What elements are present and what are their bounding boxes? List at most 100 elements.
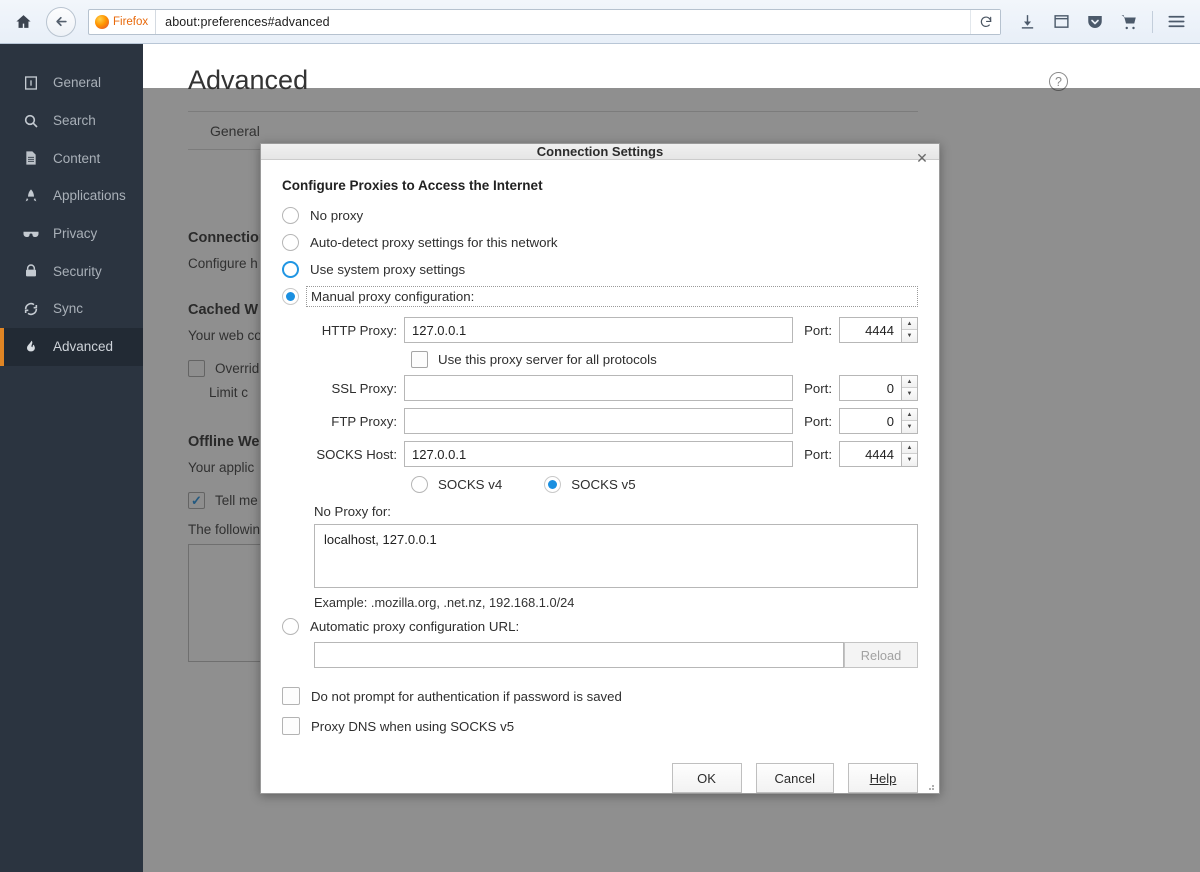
sidebar-item-search[interactable]: Search bbox=[0, 102, 143, 140]
site-identity[interactable]: Firefox bbox=[89, 10, 156, 34]
stepper-down-icon[interactable]: ▼ bbox=[902, 388, 917, 400]
resize-grip-icon[interactable] bbox=[924, 779, 936, 791]
hamburger-menu-icon[interactable] bbox=[1162, 8, 1190, 36]
sidebar-item-applications[interactable]: Applications bbox=[0, 177, 143, 215]
radio-socks-v5[interactable] bbox=[544, 476, 561, 493]
reload-icon[interactable] bbox=[970, 10, 1000, 34]
ftp-port-input[interactable]: 0 bbox=[839, 408, 901, 434]
home-icon[interactable] bbox=[10, 9, 36, 35]
identity-label: Firefox bbox=[113, 16, 148, 28]
ftp-proxy-row: FTP Proxy: Port: 0 ▲ ▼ bbox=[282, 408, 918, 434]
sidebar-item-sync[interactable]: Sync bbox=[0, 290, 143, 328]
url-text: about:preferences#advanced bbox=[156, 15, 330, 29]
address-bar[interactable]: Firefox about:preferences#advanced bbox=[88, 9, 1001, 35]
stepper-down-icon[interactable]: ▼ bbox=[902, 330, 917, 342]
socks-v5-label: SOCKS v5 bbox=[571, 477, 635, 492]
ftp-port-stepper[interactable]: 0 ▲ ▼ bbox=[839, 408, 918, 434]
checkbox-label: Do not prompt for authentication if pass… bbox=[311, 689, 622, 704]
browser-toolbar: Firefox about:preferences#advanced bbox=[0, 0, 1200, 44]
sidebar-item-content[interactable]: Content bbox=[0, 139, 143, 177]
radio-label: Use system proxy settings bbox=[310, 262, 465, 277]
ssl-proxy-row: SSL Proxy: Port: 0 ▲ ▼ bbox=[282, 375, 918, 401]
radio-auto-config-url[interactable]: Automatic proxy configuration URL: bbox=[282, 618, 918, 635]
sidebar-item-label: Content bbox=[53, 151, 100, 166]
radio-auto-detect[interactable]: Auto-detect proxy settings for this netw… bbox=[282, 229, 918, 256]
search-icon bbox=[21, 113, 41, 129]
http-port-label: Port: bbox=[793, 323, 839, 338]
socks-v4-label: SOCKS v4 bbox=[438, 477, 502, 492]
ftp-proxy-input[interactable] bbox=[404, 408, 793, 434]
checkbox-label: Use this proxy server for all protocols bbox=[438, 352, 657, 367]
back-button[interactable] bbox=[46, 7, 76, 37]
http-proxy-label: HTTP Proxy: bbox=[282, 323, 404, 338]
cancel-button[interactable]: Cancel bbox=[756, 763, 834, 793]
socks-port-label: Port: bbox=[793, 447, 839, 462]
window-icon[interactable] bbox=[1047, 8, 1075, 36]
stepper-buttons[interactable]: ▲ ▼ bbox=[901, 408, 918, 434]
dialog-body: Configure Proxies to Access the Internet… bbox=[261, 160, 939, 793]
socks-port-input[interactable]: 4444 bbox=[839, 441, 901, 467]
stepper-buttons[interactable]: ▲ ▼ bbox=[901, 441, 918, 467]
radio-no-proxy[interactable]: No proxy bbox=[282, 202, 918, 229]
sidebar-item-advanced[interactable]: Advanced bbox=[0, 328, 143, 366]
auto-config-url-input[interactable] bbox=[314, 642, 844, 668]
stepper-up-icon[interactable]: ▲ bbox=[902, 318, 917, 330]
stepper-down-icon[interactable]: ▼ bbox=[902, 421, 917, 433]
auto-config-url-row: Reload bbox=[314, 642, 918, 668]
radio-label: Auto-detect proxy settings for this netw… bbox=[310, 235, 558, 250]
radio-label: No proxy bbox=[310, 208, 363, 223]
sidebar-item-label: Search bbox=[53, 113, 96, 128]
no-proxy-example-text: Example: .mozilla.org, .net.nz, 192.168.… bbox=[314, 595, 918, 610]
socks-host-label: SOCKS Host: bbox=[282, 447, 404, 462]
sidebar-item-general[interactable]: General bbox=[0, 64, 143, 102]
sidebar-item-label: Sync bbox=[53, 301, 83, 316]
stepper-down-icon[interactable]: ▼ bbox=[902, 454, 917, 466]
advanced-icon bbox=[21, 338, 41, 355]
ssl-port-label: Port: bbox=[793, 381, 839, 396]
socks-host-input[interactable]: 127.0.0.1 bbox=[404, 441, 793, 467]
http-port-input[interactable]: 4444 bbox=[839, 317, 901, 343]
radio-label: Automatic proxy configuration URL: bbox=[310, 619, 519, 634]
ssl-port-stepper[interactable]: 0 ▲ ▼ bbox=[839, 375, 918, 401]
ssl-proxy-input[interactable] bbox=[404, 375, 793, 401]
ssl-port-input[interactable]: 0 bbox=[839, 375, 901, 401]
sidebar-item-security[interactable]: Security bbox=[0, 252, 143, 290]
stepper-up-icon[interactable]: ▲ bbox=[902, 442, 917, 454]
radio-manual-proxy[interactable]: Manual proxy configuration: bbox=[282, 283, 918, 310]
checkbox-label: Proxy DNS when using SOCKS v5 bbox=[311, 719, 514, 734]
privacy-mask-icon bbox=[21, 225, 41, 243]
http-port-stepper[interactable]: 4444 ▲ ▼ bbox=[839, 317, 918, 343]
radio-label: Manual proxy configuration: bbox=[306, 286, 918, 307]
radio-indicator bbox=[282, 261, 299, 278]
no-proxy-for-textarea[interactable]: localhost, 127.0.0.1 bbox=[314, 524, 918, 588]
checkbox-box bbox=[282, 687, 300, 705]
sync-icon bbox=[21, 301, 41, 317]
stepper-buttons[interactable]: ▲ ▼ bbox=[901, 317, 918, 343]
checkbox-all-protocols[interactable]: Use this proxy server for all protocols bbox=[411, 351, 918, 368]
reload-button[interactable]: Reload bbox=[844, 642, 918, 668]
security-lock-icon bbox=[21, 263, 41, 279]
stepper-up-icon[interactable]: ▲ bbox=[902, 409, 917, 421]
download-icon[interactable] bbox=[1013, 8, 1041, 36]
http-proxy-input[interactable]: 127.0.0.1 bbox=[404, 317, 793, 343]
configure-proxies-heading: Configure Proxies to Access the Internet bbox=[282, 178, 918, 193]
dialog-titlebar: Connection Settings ✕ bbox=[261, 144, 939, 160]
socks-host-row: SOCKS Host: 127.0.0.1 Port: 4444 ▲ ▼ bbox=[282, 441, 918, 467]
help-button[interactable]: Help bbox=[848, 763, 918, 793]
checkbox-no-auth-prompt[interactable]: Do not prompt for authentication if pass… bbox=[282, 687, 918, 705]
ssl-proxy-label: SSL Proxy: bbox=[282, 381, 404, 396]
browser-window: Firefox about:preferences#advanced bbox=[0, 0, 1200, 872]
stepper-up-icon[interactable]: ▲ bbox=[902, 376, 917, 388]
ok-button[interactable]: OK bbox=[672, 763, 742, 793]
sidebar-item-label: Security bbox=[53, 264, 102, 279]
radio-socks-v4[interactable] bbox=[411, 476, 428, 493]
sidebar-item-privacy[interactable]: Privacy bbox=[0, 215, 143, 253]
radio-use-system[interactable]: Use system proxy settings bbox=[282, 256, 918, 283]
cart-icon[interactable] bbox=[1115, 8, 1143, 36]
ftp-port-label: Port: bbox=[793, 414, 839, 429]
checkbox-proxy-dns[interactable]: Proxy DNS when using SOCKS v5 bbox=[282, 717, 918, 735]
pocket-icon[interactable] bbox=[1081, 8, 1109, 36]
socks-port-stepper[interactable]: 4444 ▲ ▼ bbox=[839, 441, 918, 467]
connection-settings-dialog: Connection Settings ✕ Configure Proxies … bbox=[260, 143, 940, 794]
stepper-buttons[interactable]: ▲ ▼ bbox=[901, 375, 918, 401]
